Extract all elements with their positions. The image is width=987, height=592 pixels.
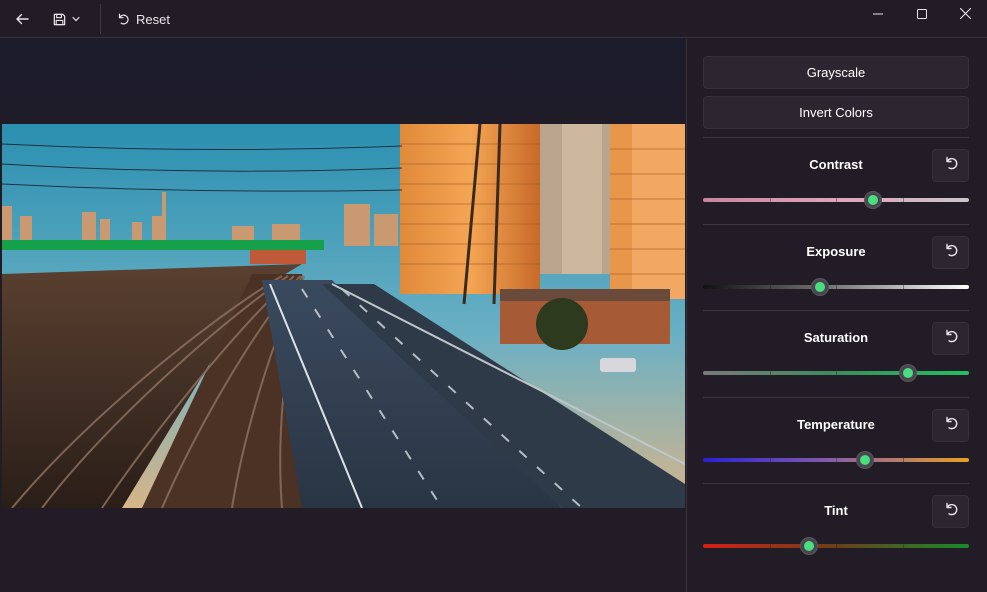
slider-tick — [769, 197, 771, 203]
saturation-slider-thumb[interactable] — [898, 364, 917, 382]
reset-label: Reset — [136, 11, 170, 27]
section-divider — [703, 223, 969, 225]
slider-tick — [836, 543, 837, 549]
contrast-slider-thumb[interactable] — [864, 191, 883, 209]
undo-icon — [943, 328, 959, 349]
exposure-label: Exposure — [806, 243, 866, 259]
tint-slider-thumb[interactable] — [800, 537, 819, 555]
slider-tick — [769, 283, 771, 290]
exposure-slider-thumb[interactable] — [811, 277, 830, 296]
back-button[interactable] — [8, 4, 36, 34]
undo-icon — [943, 155, 959, 176]
close-icon — [959, 6, 971, 24]
image-canvas — [0, 39, 686, 592]
slider-tick — [902, 456, 904, 463]
save-icon — [52, 12, 67, 27]
invert-colors-button[interactable]: Invert Colors — [703, 96, 969, 129]
slider-tick — [836, 197, 837, 203]
slider-tick — [769, 370, 771, 376]
slider-tick — [902, 283, 904, 290]
section-divider — [703, 396, 969, 398]
contrast-reset-button[interactable] — [932, 149, 969, 182]
slider-tick — [836, 283, 837, 290]
tint-label: Tint — [824, 503, 848, 518]
slider-tick — [902, 543, 904, 549]
chevron-down-icon[interactable] — [71, 14, 81, 24]
minimize-button[interactable] — [856, 0, 900, 30]
reset-button[interactable]: Reset — [110, 4, 174, 34]
adjustments-panel: Grayscale Invert Colors Contrast Exposure… — [687, 39, 987, 592]
temperature-reset-button[interactable] — [932, 408, 969, 442]
contrast-label: Contrast — [809, 157, 863, 172]
title-bar: Reset — [0, 0, 987, 38]
section-divider — [703, 137, 969, 138]
undo-icon — [943, 501, 959, 522]
temperature-slider-thumb[interactable] — [856, 450, 875, 469]
saturation-slider[interactable] — [703, 363, 969, 383]
arrow-left-icon — [14, 11, 30, 27]
section-divider — [703, 483, 969, 484]
edited-photo — [2, 124, 685, 508]
undo-icon — [116, 12, 130, 26]
grayscale-label: Grayscale — [806, 65, 866, 80]
maximize-button[interactable] — [900, 0, 944, 30]
maximize-icon — [917, 6, 927, 24]
toolbar-separator — [100, 4, 101, 34]
save-button[interactable] — [44, 4, 88, 34]
undo-icon — [943, 242, 959, 263]
temperature-label: Temperature — [797, 416, 875, 432]
exposure-slider[interactable] — [703, 277, 969, 297]
temperature-slider[interactable] — [703, 450, 969, 470]
invert-colors-label: Invert Colors — [799, 105, 873, 120]
close-button[interactable] — [943, 0, 987, 30]
exposure-reset-button[interactable] — [932, 235, 969, 269]
saturation-reset-button[interactable] — [932, 322, 969, 355]
minimize-icon — [873, 6, 883, 24]
section-divider — [703, 310, 969, 311]
slider-tick — [902, 197, 904, 203]
contrast-slider[interactable] — [703, 190, 969, 210]
tint-reset-button[interactable] — [932, 495, 969, 528]
tint-slider[interactable] — [703, 536, 969, 556]
saturation-label: Saturation — [803, 330, 869, 345]
grayscale-button[interactable]: Grayscale — [703, 56, 969, 89]
slider-tick — [769, 543, 771, 549]
slider-tick — [836, 370, 837, 376]
slider-tick — [769, 456, 771, 463]
slider-tick — [836, 456, 837, 463]
undo-icon — [943, 415, 959, 436]
